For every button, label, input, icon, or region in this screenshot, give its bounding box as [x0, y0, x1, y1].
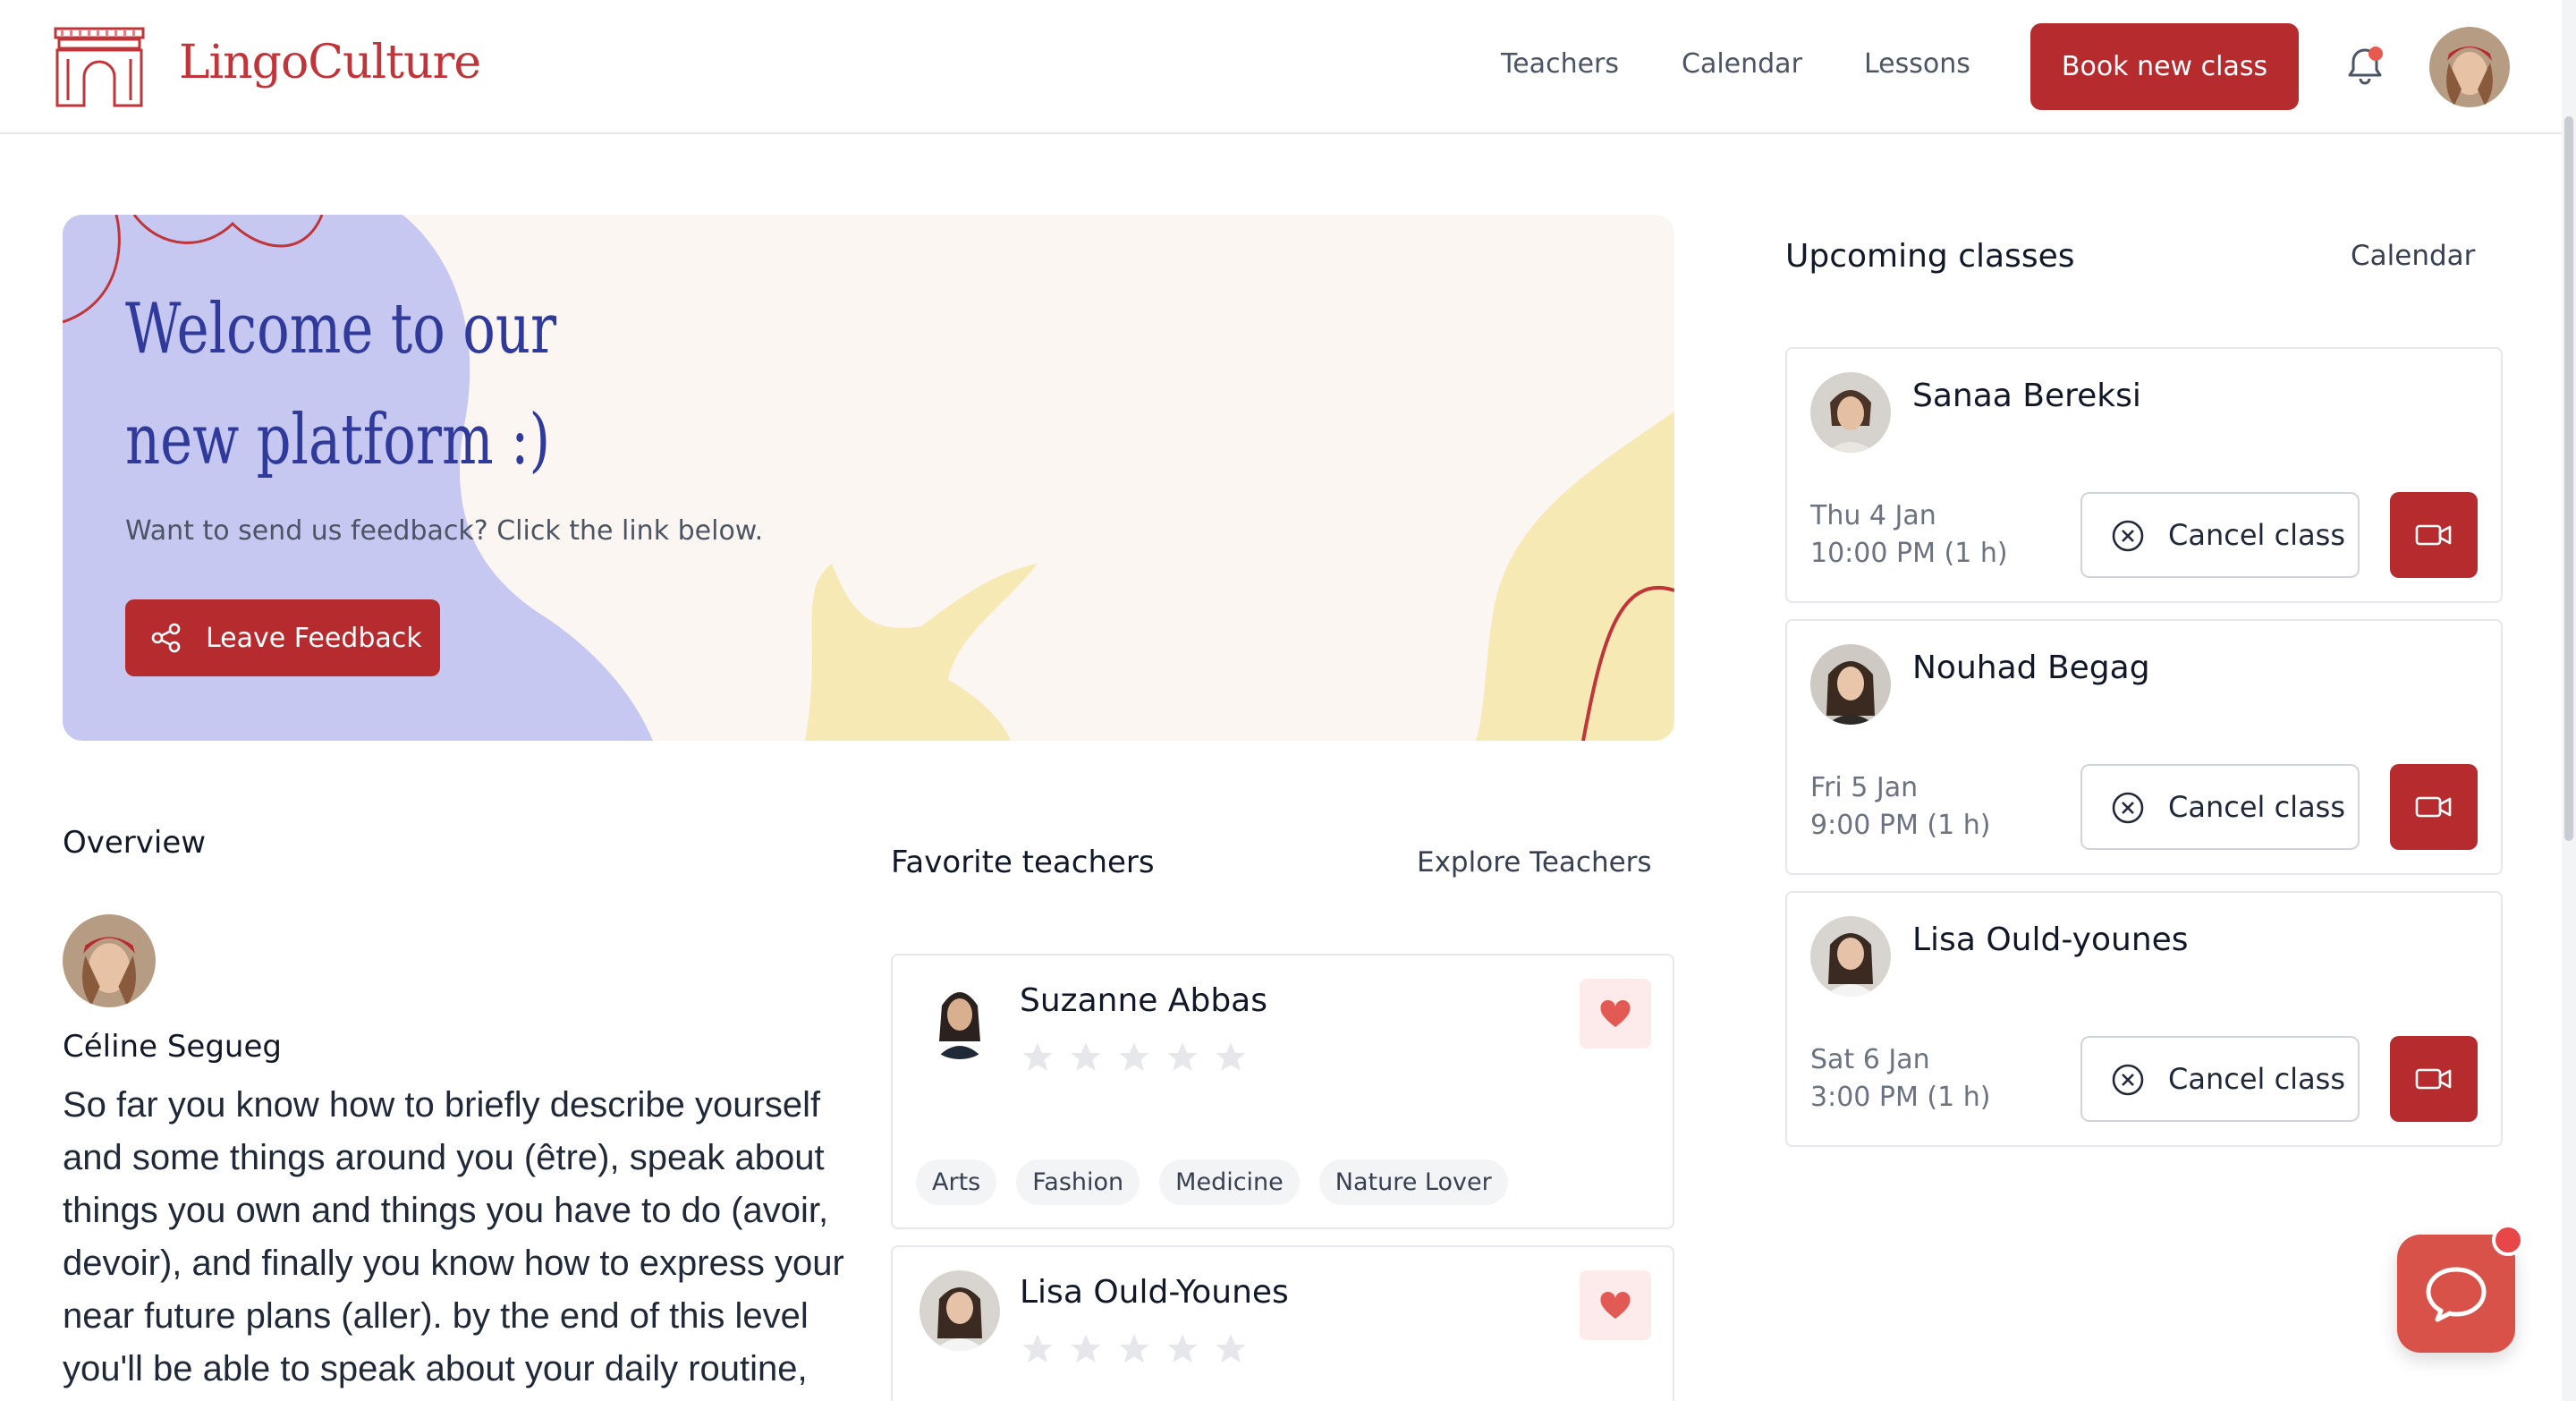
chat-notification-dot [2492, 1224, 2524, 1256]
teacher-name: Sanaa Bereksi [1912, 378, 2141, 414]
class-time: 10:00 PM (1 h) [1810, 538, 2008, 569]
cancel-class-button[interactable]: Cancel class [2080, 1036, 2360, 1122]
star-icon [1071, 1334, 1101, 1363]
leave-feedback-button[interactable]: Leave Feedback [125, 599, 440, 676]
join-video-button[interactable] [2390, 764, 2478, 850]
class-time: 3:00 PM (1 h) [1810, 1082, 1991, 1113]
teacher-tags: Arts Fashion Medicine Nature Lover [916, 1159, 1508, 1205]
class-datetime: Fri 5 Jan 9:00 PM (1 h) [1810, 769, 1990, 845]
teacher-name[interactable]: Suzanne Abbas [1020, 982, 1267, 1019]
banner-subtitle: Want to send us feedback? Click the link… [125, 515, 764, 547]
cancel-class-label: Cancel class [2168, 790, 2346, 824]
welcome-banner: Welcome to our new platform :) Want to s… [63, 215, 1674, 741]
logo-text[interactable]: LingoCulture [179, 36, 481, 89]
calendar-link[interactable]: Calendar [2351, 240, 2475, 272]
upcoming-class-card: Nouhad Begag Fri 5 Jan 9:00 PM (1 h) Can… [1785, 619, 2503, 875]
class-date: Fri 5 Jan [1810, 772, 1919, 803]
notification-dot [2368, 47, 2383, 61]
star-icon [1119, 1334, 1149, 1363]
teacher-name: Lisa Ould-younes [1912, 921, 2189, 958]
cancel-circle-icon [2112, 520, 2144, 552]
upcoming-classes-title: Upcoming classes [1785, 238, 2075, 275]
teacher-avatar [1810, 372, 1891, 453]
heart-icon [1600, 1291, 1631, 1319]
overview-description: So far you know how to briefly describe … [63, 1085, 844, 1388]
class-datetime: Thu 4 Jan 10:00 PM (1 h) [1810, 497, 2008, 573]
star-icon [1022, 1042, 1053, 1071]
class-date: Thu 4 Jan [1810, 500, 1936, 531]
arc-de-triomphe-logo-icon[interactable] [52, 23, 147, 109]
video-camera-icon [2415, 524, 2452, 546]
teacher-avatar [919, 1270, 1000, 1351]
star-icon [1022, 1334, 1053, 1363]
favorite-toggle-button[interactable] [1580, 979, 1651, 1049]
rating-stars [1020, 1040, 1249, 1075]
join-video-button[interactable] [2390, 492, 2478, 578]
join-video-button[interactable] [2390, 1036, 2478, 1122]
tag: Arts [916, 1159, 997, 1205]
upcoming-class-card: Sanaa Bereksi Thu 4 Jan 10:00 PM (1 h) C… [1785, 347, 2503, 603]
class-time: 9:00 PM (1 h) [1810, 810, 1991, 841]
banner-title: Welcome to our new platform :) [125, 289, 557, 480]
overview-avatar [63, 914, 156, 1007]
cancel-circle-icon [2112, 1064, 2144, 1096]
star-icon [1071, 1042, 1101, 1071]
favorite-teacher-card[interactable]: Lisa Ould-Younes [891, 1245, 1674, 1401]
nav-lessons[interactable]: Lessons [1864, 48, 1970, 80]
scrollbar-thumb[interactable] [2564, 116, 2573, 841]
overview-title: Overview [63, 825, 207, 861]
cancel-class-button[interactable]: Cancel class [2080, 764, 2360, 850]
rating-stars [1020, 1331, 1249, 1367]
star-icon [1167, 1042, 1198, 1071]
book-new-class-button[interactable]: Book new class [2030, 23, 2299, 110]
cancel-class-button[interactable]: Cancel class [2080, 492, 2360, 578]
nav-calendar[interactable]: Calendar [1682, 48, 1802, 80]
chat-bubble-icon [2426, 1267, 2487, 1322]
video-camera-icon [2415, 796, 2452, 818]
explore-teachers-link[interactable]: Explore Teachers [1417, 846, 1652, 879]
tag: Fashion [1016, 1159, 1140, 1205]
cancel-class-label: Cancel class [2168, 1062, 2346, 1096]
nav-teachers[interactable]: Teachers [1501, 48, 1619, 80]
share-icon [151, 623, 181, 653]
teacher-avatar [1810, 916, 1891, 997]
heart-icon [1600, 999, 1631, 1027]
teacher-avatar [919, 979, 1000, 1059]
cancel-class-label: Cancel class [2168, 518, 2346, 552]
class-date: Sat 6 Jan [1810, 1044, 1930, 1075]
teacher-avatar [1810, 644, 1891, 725]
favorite-toggle-button[interactable] [1580, 1270, 1651, 1340]
video-camera-icon [2415, 1068, 2452, 1090]
favorite-teacher-card[interactable]: Suzanne Abbas Arts Fashion Medicine Natu… [891, 954, 1674, 1229]
user-avatar[interactable] [2429, 27, 2510, 107]
cancel-circle-icon [2112, 792, 2144, 824]
top-navbar: LingoCulture Teachers Calendar Lessons B… [0, 0, 2576, 134]
tag: Medicine [1159, 1159, 1300, 1205]
teacher-name[interactable]: Lisa Ould-Younes [1020, 1274, 1289, 1311]
star-icon [1167, 1334, 1198, 1363]
star-icon [1216, 1042, 1246, 1071]
teacher-name: Nouhad Begag [1912, 650, 2150, 686]
class-datetime: Sat 6 Jan 3:00 PM (1 h) [1810, 1041, 1990, 1117]
favorite-teachers-title: Favorite teachers [891, 845, 1155, 880]
upcoming-class-card: Lisa Ould-younes Sat 6 Jan 3:00 PM (1 h)… [1785, 891, 2503, 1147]
tag: Nature Lover [1318, 1159, 1508, 1205]
star-icon [1119, 1042, 1149, 1071]
student-name: Céline Segueg [63, 1029, 282, 1065]
star-icon [1216, 1334, 1246, 1363]
leave-feedback-label: Leave Feedback [206, 622, 422, 654]
